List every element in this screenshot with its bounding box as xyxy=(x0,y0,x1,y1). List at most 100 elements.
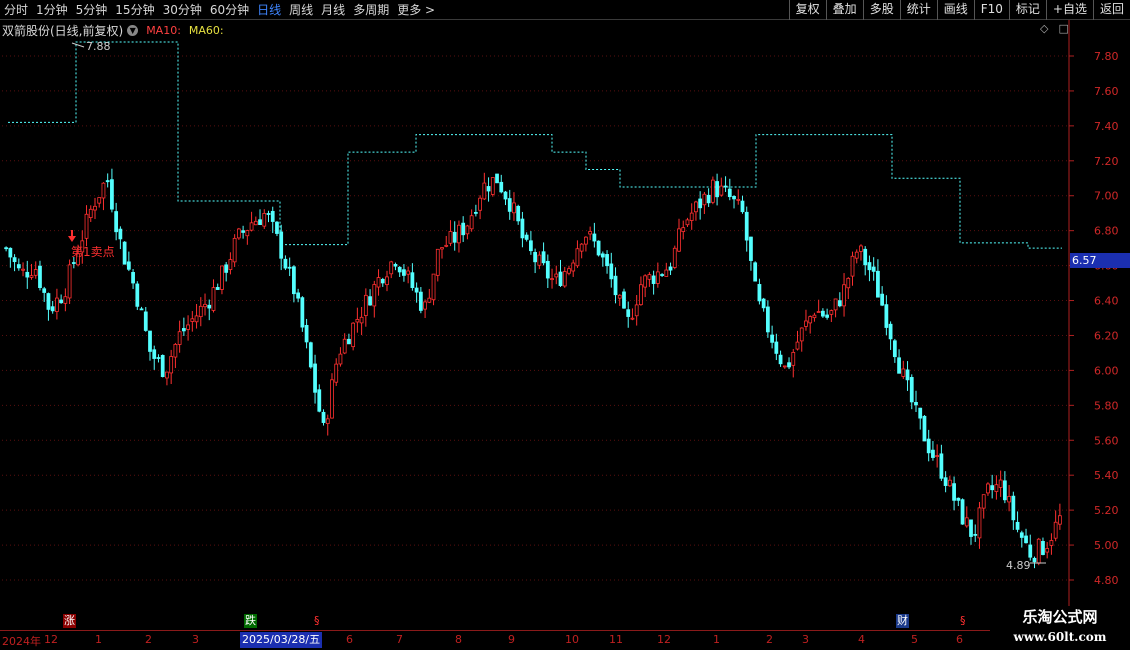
toolbar-button-5[interactable]: F10 xyxy=(973,0,1009,20)
candle xyxy=(634,295,639,326)
candle-body xyxy=(334,363,339,383)
high-price-label: 7.88 xyxy=(86,40,111,53)
candle xyxy=(97,197,102,208)
candle xyxy=(486,177,491,202)
toolbar-button-7[interactable]: +自选 xyxy=(1045,0,1093,20)
candle-body xyxy=(435,248,440,276)
month-label: 9 xyxy=(508,633,515,646)
candle xyxy=(884,295,889,336)
candle xyxy=(207,299,212,321)
candle xyxy=(782,365,787,369)
candle xyxy=(956,497,961,507)
price-tick-label: 6.20 xyxy=(1094,329,1119,342)
candle xyxy=(592,222,597,248)
period-tab-3[interactable]: 15分钟 xyxy=(111,0,158,20)
candle-body xyxy=(292,266,296,295)
period-tab-10[interactable]: 更多 > xyxy=(393,0,439,20)
period-tab-8[interactable]: 月线 xyxy=(317,0,349,20)
finance-event-marker[interactable]: 财 xyxy=(896,614,909,628)
period-tab-2[interactable]: 5分钟 xyxy=(72,0,112,20)
candle-body xyxy=(275,221,279,234)
candle xyxy=(863,246,868,276)
toolbar-button-2[interactable]: 多股 xyxy=(862,0,900,20)
toolbar-button-4[interactable]: 画线 xyxy=(936,0,974,20)
period-tab-7[interactable]: 周线 xyxy=(285,0,317,20)
candle xyxy=(749,236,753,271)
ma-step-path xyxy=(8,41,1062,249)
toolbar-button-1[interactable]: 叠加 xyxy=(825,0,863,20)
candle xyxy=(715,173,719,206)
toolbar-button-8[interactable]: 返回 xyxy=(1092,0,1130,20)
candle-body xyxy=(799,327,804,342)
candle xyxy=(643,274,648,298)
candle xyxy=(816,299,821,313)
candle-body xyxy=(410,272,415,288)
candle-body xyxy=(736,198,741,201)
candle-body xyxy=(258,219,262,225)
candle-body xyxy=(842,284,846,307)
candle-body xyxy=(812,314,817,319)
candle xyxy=(300,296,305,332)
candle-body xyxy=(63,296,68,304)
candle-body xyxy=(71,262,76,264)
candle xyxy=(753,261,758,282)
candle xyxy=(376,269,381,296)
candle xyxy=(765,300,770,338)
candle-body xyxy=(727,188,732,198)
candle-body xyxy=(4,247,8,250)
candle xyxy=(622,288,626,309)
candle-body xyxy=(8,247,13,258)
period-tab-6[interactable]: 日线 xyxy=(253,0,285,20)
candle xyxy=(668,262,673,276)
candle xyxy=(689,203,694,230)
candle xyxy=(529,231,533,255)
candle xyxy=(626,301,631,328)
candle xyxy=(198,297,203,327)
candle xyxy=(186,315,190,341)
candle xyxy=(651,270,656,295)
fall-event-marker[interactable]: 跌 xyxy=(244,614,257,628)
candle xyxy=(29,263,34,280)
candle-body xyxy=(947,479,952,487)
candle xyxy=(685,217,690,227)
toolbar-button-0[interactable]: 复权 xyxy=(788,0,826,20)
candle-body xyxy=(892,340,897,358)
candle-body xyxy=(787,362,791,368)
candle-body xyxy=(486,186,491,192)
candle-body xyxy=(859,245,863,252)
candle xyxy=(308,341,313,369)
price-tick-label: 7.40 xyxy=(1094,120,1119,133)
dividend-event-marker-2[interactable]: § xyxy=(959,614,967,628)
dividend-event-marker[interactable]: § xyxy=(313,614,321,628)
candle-body xyxy=(1058,515,1062,525)
candlestick-chart[interactable]: 7.807.607.407.207.006.806.606.406.206.00… xyxy=(0,20,1130,630)
candle xyxy=(567,265,571,276)
candle-body xyxy=(139,308,144,311)
period-tab-1[interactable]: 1分钟 xyxy=(32,0,72,20)
candle-body xyxy=(495,173,499,184)
period-tab-0[interactable]: 分时 xyxy=(0,0,32,20)
candle-body xyxy=(922,415,927,442)
period-tab-5[interactable]: 60分钟 xyxy=(206,0,253,20)
candle xyxy=(550,268,554,289)
period-tab-9[interactable]: 多周期 xyxy=(349,0,393,20)
candle-body xyxy=(283,258,288,269)
candle-body xyxy=(567,268,571,274)
candle xyxy=(402,264,406,282)
candle-body xyxy=(131,272,135,284)
candle-body xyxy=(850,255,855,277)
candle xyxy=(926,429,931,462)
rise-event-marker[interactable]: 涨 xyxy=(63,614,76,628)
toolbar-button-3[interactable]: 统计 xyxy=(899,0,937,20)
candle-body xyxy=(1011,495,1016,521)
candle xyxy=(952,476,956,511)
candle-body xyxy=(833,298,838,311)
candle-body xyxy=(626,309,631,317)
candle xyxy=(998,470,1003,497)
toolbar-button-6[interactable]: 标记 xyxy=(1008,0,1046,20)
candle xyxy=(397,266,402,277)
candle xyxy=(867,255,872,282)
candle-body xyxy=(279,231,284,259)
candle-body xyxy=(761,298,766,309)
period-tab-4[interactable]: 30分钟 xyxy=(159,0,206,20)
